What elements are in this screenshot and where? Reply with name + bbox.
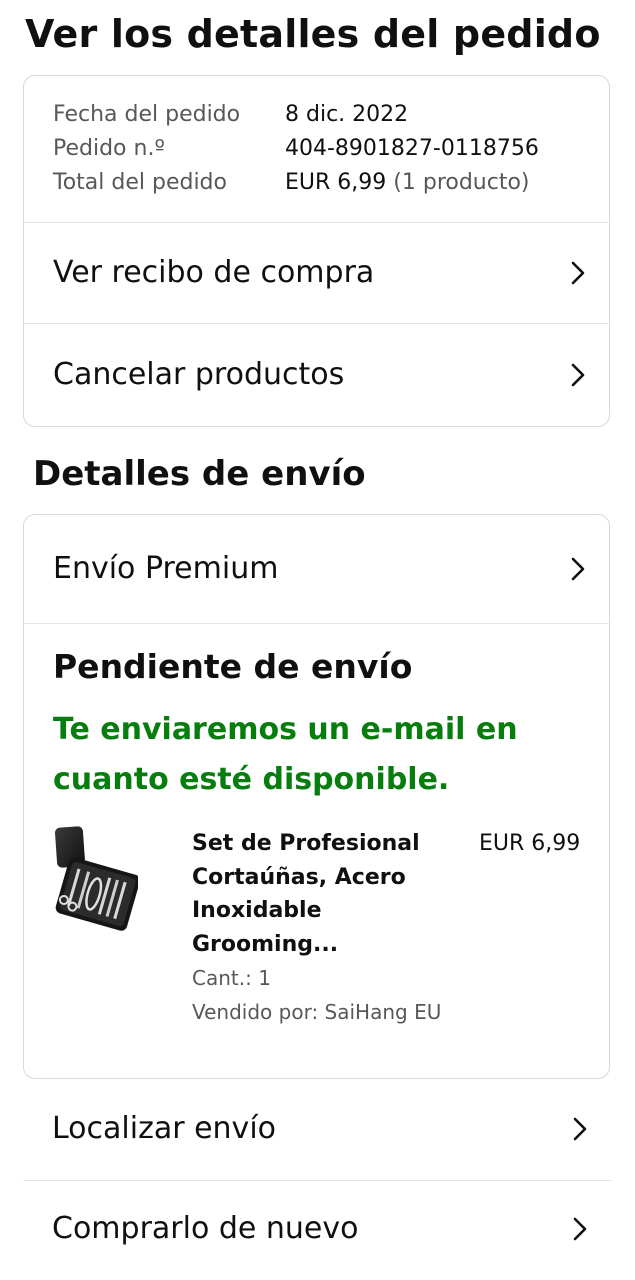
order-total-amount: EUR 6,99 <box>285 170 387 195</box>
product-quantity: Cant.: 1 <box>192 966 271 990</box>
chevron-right-icon <box>571 261 585 285</box>
chevron-right-icon <box>571 557 585 581</box>
order-number-value: 404-8901827-0118756 <box>285 136 539 161</box>
chevron-right-icon <box>571 363 585 387</box>
cancel-products-row[interactable]: Cancelar productos <box>24 324 609 426</box>
cancel-products-label: Cancelar productos <box>53 357 345 392</box>
chevron-right-icon <box>573 1117 587 1141</box>
buy-again-label: Comprarlo de nuevo <box>52 1211 359 1246</box>
nail-clipper-set-image[interactable] <box>52 825 138 937</box>
shipping-card: Envío Premium Pendiente de envío Te envi… <box>23 514 610 1079</box>
order-total-label: Total del pedido <box>53 170 227 195</box>
buy-again-row[interactable]: Comprarlo de nuevo <box>23 1181 611 1277</box>
shipping-status-message: Te enviaremos un e-mail en cuanto esté d… <box>53 712 518 797</box>
product-seller: Vendido por: SaiHang EU <box>192 1000 442 1024</box>
shipping-method-row[interactable]: Envío Premium <box>24 515 609 623</box>
shipping-section-title: Detalles de envío <box>33 454 366 494</box>
page-title: Ver los detalles del pedido <box>25 12 601 56</box>
view-receipt-row[interactable]: Ver recibo de compra <box>24 223 609 323</box>
product-name-link[interactable]: Set de Profesional Cortaúñas, Acero Inox… <box>192 827 442 961</box>
order-total-value: EUR 6,99 (1 producto) <box>285 166 530 200</box>
shipping-method-label: Envío Premium <box>53 551 279 586</box>
order-date-value: 8 dic. 2022 <box>285 102 409 127</box>
order-number-label: Pedido n.º <box>53 136 165 161</box>
chevron-right-icon <box>573 1217 587 1241</box>
shipping-status-title: Pendiente de envío <box>53 647 413 686</box>
divider <box>24 623 609 624</box>
track-shipment-row[interactable]: Localizar envío <box>23 1079 611 1179</box>
view-receipt-label: Ver recibo de compra <box>53 255 375 290</box>
order-total-count: (1 producto) <box>393 170 530 195</box>
order-summary-card: Fecha del pedido 8 dic. 2022 Pedido n.º … <box>23 75 610 427</box>
product-price: EUR 6,99 <box>479 831 581 856</box>
track-shipment-label: Localizar envío <box>52 1111 277 1146</box>
order-date-label: Fecha del pedido <box>53 102 241 127</box>
